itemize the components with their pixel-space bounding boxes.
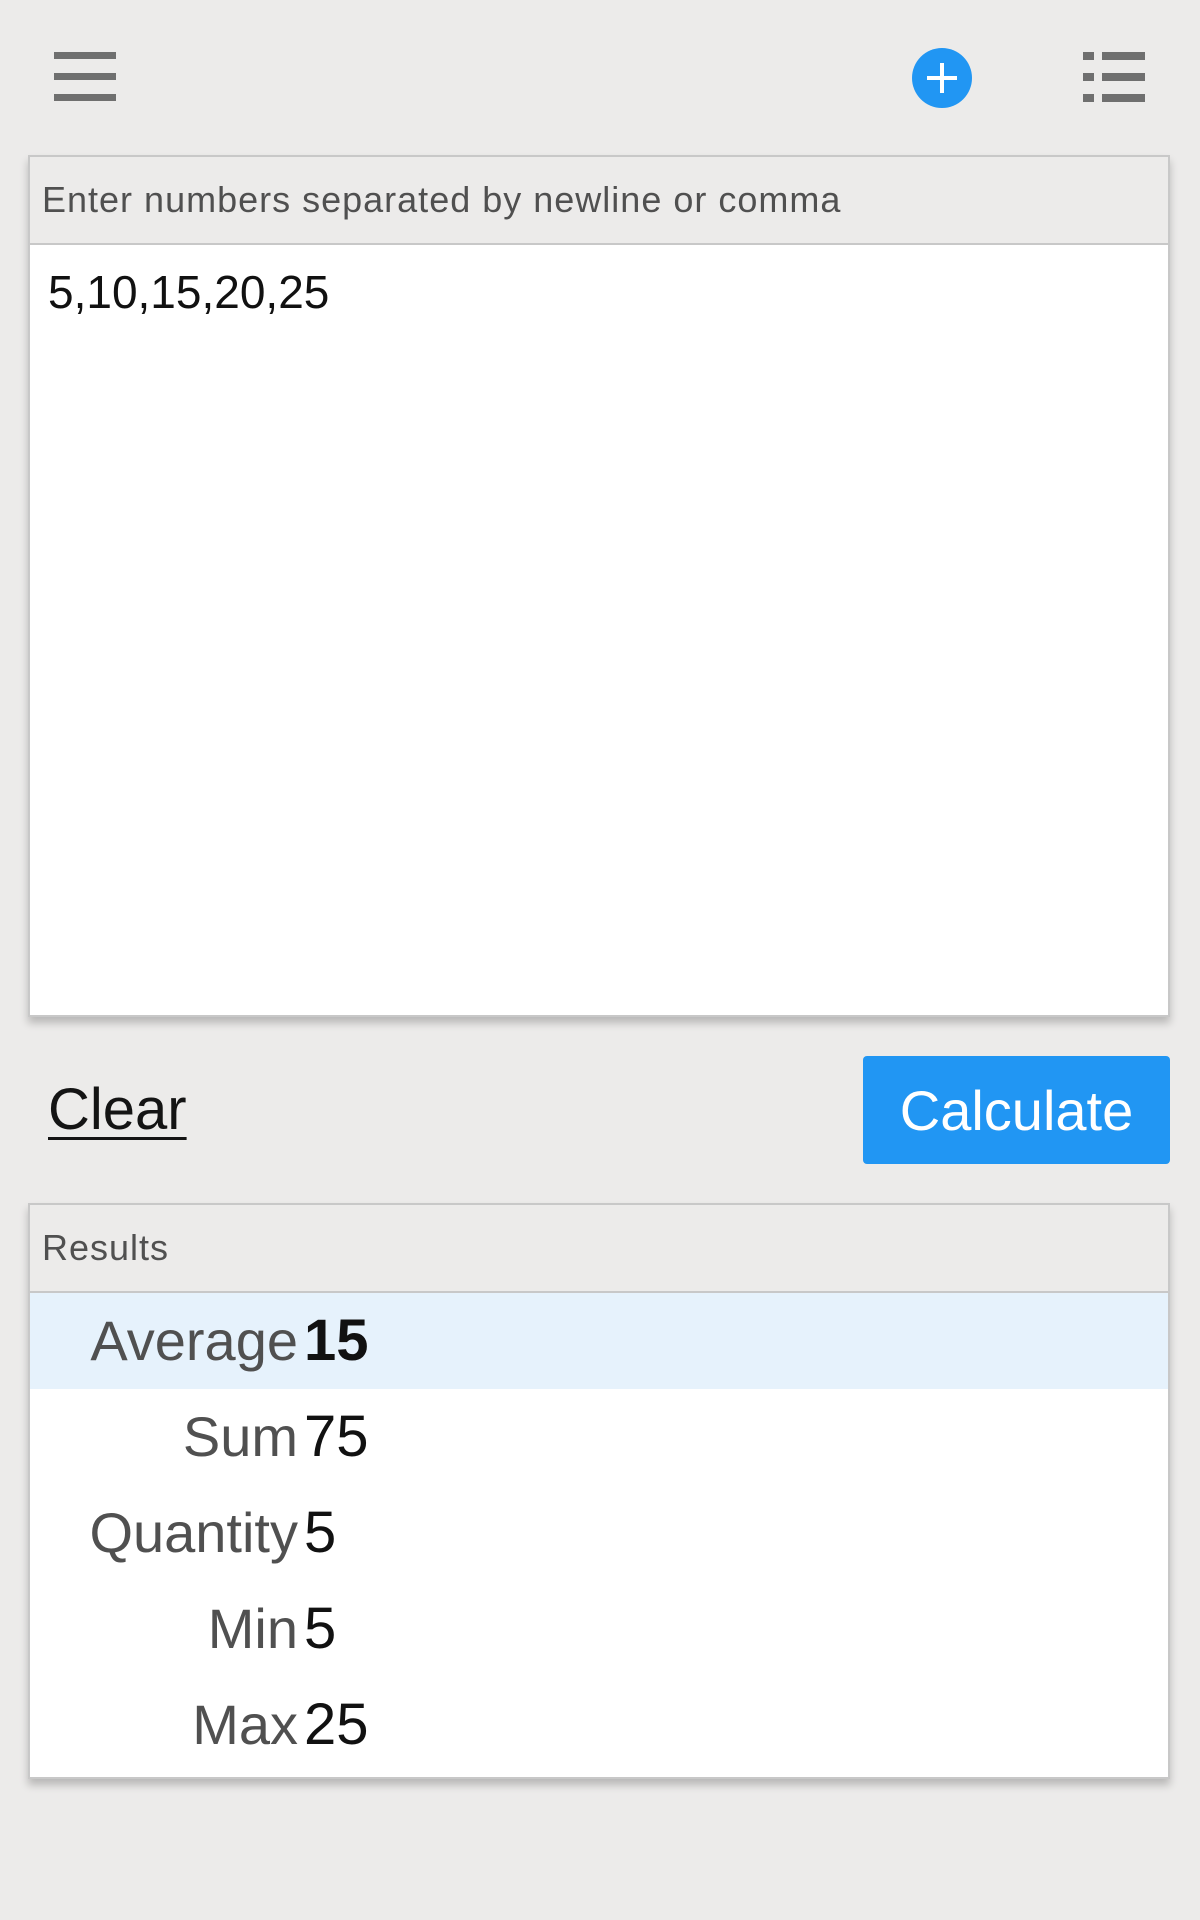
result-value: 25 — [304, 1692, 369, 1757]
result-value: 5 — [304, 1596, 337, 1661]
clear-button[interactable]: Clear — [48, 1076, 187, 1143]
calculate-button[interactable]: Calculate — [863, 1056, 1170, 1164]
result-row-quantity: Quantity 5 — [30, 1485, 1168, 1581]
result-label: Min — [207, 1597, 298, 1660]
result-value: 5 — [304, 1500, 337, 1565]
result-label: Sum — [182, 1405, 298, 1468]
results-panel: Results Average 15 Sum 75 Quantity 5 Min… — [28, 1203, 1170, 1779]
result-value: 15 — [304, 1308, 369, 1373]
add-icon[interactable] — [912, 48, 972, 108]
result-value: 75 — [304, 1404, 369, 1469]
results-panel-header: Results — [30, 1205, 1168, 1293]
top-toolbar — [0, 0, 1200, 150]
input-panel-header: Enter numbers separated by newline or co… — [30, 157, 1168, 245]
hamburger-menu-icon[interactable] — [54, 52, 116, 102]
result-label: Max — [192, 1693, 298, 1756]
list-icon[interactable] — [1083, 52, 1145, 102]
result-row-max: Max 25 — [30, 1677, 1168, 1773]
result-row-sum: Sum 75 — [30, 1389, 1168, 1485]
result-label: Quantity — [89, 1501, 298, 1564]
result-row-min: Min 5 — [30, 1581, 1168, 1677]
result-label: Average — [90, 1309, 298, 1372]
result-row-average: Average 15 — [30, 1293, 1168, 1389]
numbers-input[interactable]: 5,10,15,20,25 — [30, 245, 1168, 1013]
input-panel: Enter numbers separated by newline or co… — [28, 155, 1170, 1017]
